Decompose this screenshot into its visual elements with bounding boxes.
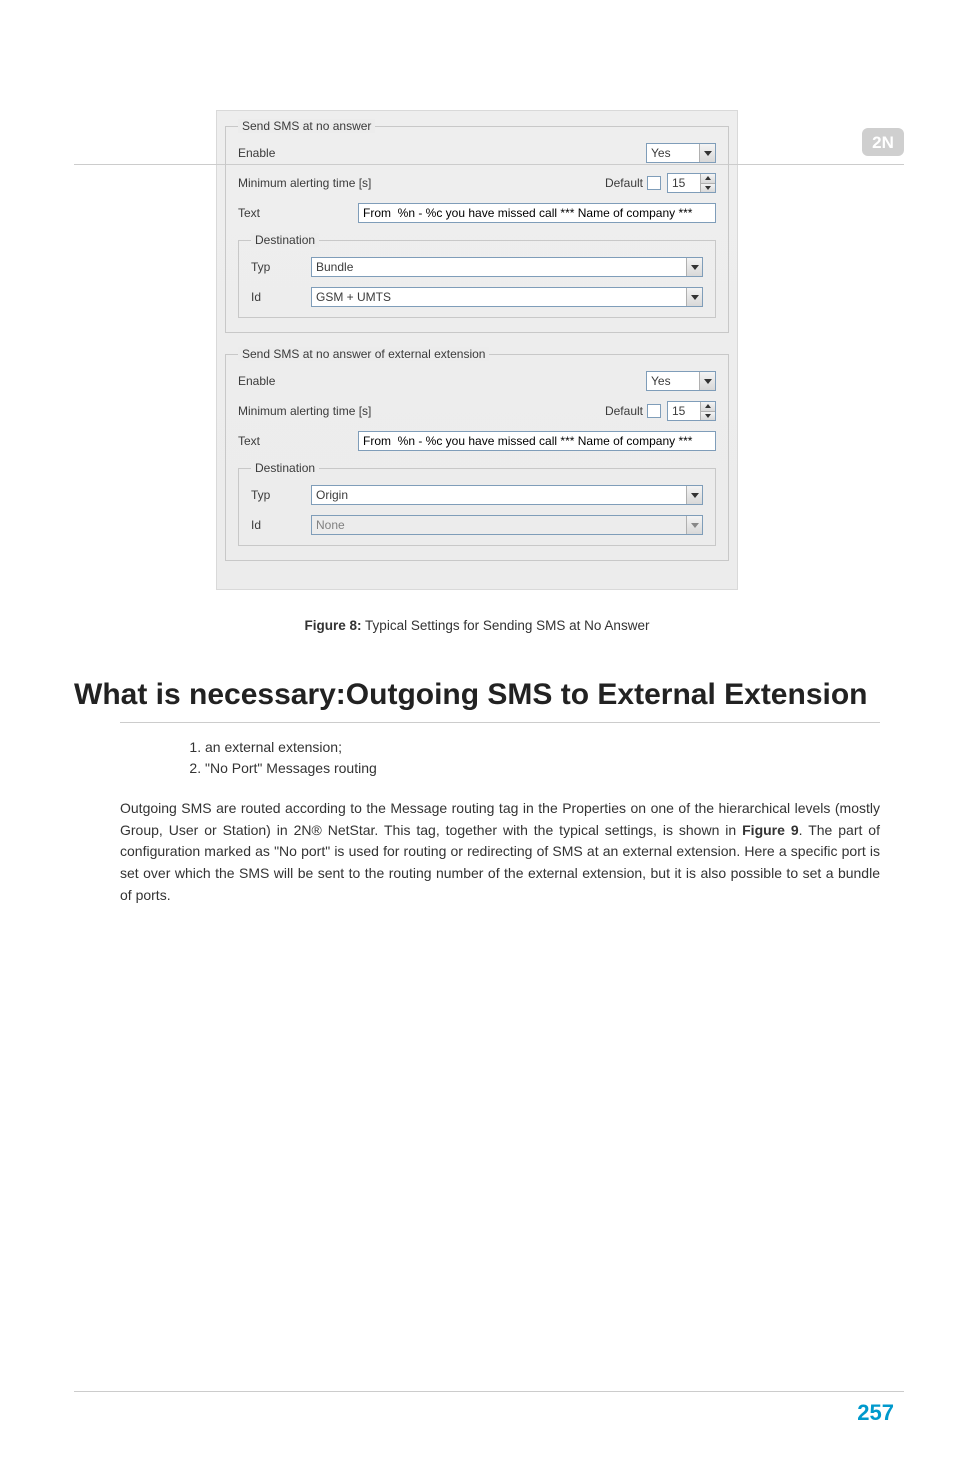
min-alert-label: Minimum alerting time [s] (238, 176, 408, 190)
min-alert-label-2: Minimum alerting time [s] (238, 404, 408, 418)
heading-rule (120, 722, 880, 723)
text-label: Text (238, 206, 358, 220)
enable-value-2: Yes (651, 374, 671, 388)
id-value: GSM + UMTS (316, 290, 391, 304)
typ-label: Typ (251, 260, 311, 274)
id-label: Id (251, 290, 311, 304)
min-alert-value-2: 15 (668, 402, 700, 420)
enable-label: Enable (238, 146, 358, 160)
default-checkbox[interactable] (647, 176, 661, 190)
chevron-down-icon (686, 486, 702, 504)
id-select[interactable]: GSM + UMTS (311, 287, 703, 307)
figure-caption: Figure 8: Typical Settings for Sending S… (0, 618, 954, 633)
chevron-down-icon (699, 144, 715, 162)
destination-group-2: Destination Typ Origin Id None (238, 461, 716, 546)
text-input[interactable] (358, 203, 716, 223)
typ-select[interactable]: Bundle (311, 257, 703, 277)
destination-legend-2: Destination (251, 461, 319, 475)
id-value-2: None (316, 518, 345, 532)
spinner-up-icon[interactable] (701, 174, 715, 184)
enable-label-2: Enable (238, 374, 358, 388)
body-paragraph: Outgoing SMS are routed according to the… (120, 798, 880, 906)
requirements-list: an external extension; "No Port" Message… (205, 737, 954, 780)
destination-group: Destination Typ Bundle Id GSM + UMTS (238, 233, 716, 318)
default-label: Default (605, 176, 643, 190)
default-checkbox-2[interactable] (647, 404, 661, 418)
settings-panel: Send SMS at no answer Enable Yes Minimum… (216, 110, 738, 590)
para-figure-ref: Figure 9 (742, 822, 799, 838)
enable-select[interactable]: Yes (646, 143, 716, 163)
text-label-2: Text (238, 434, 358, 448)
figure-label: Figure 8: (305, 618, 362, 633)
group2-legend: Send SMS at no answer of external extens… (238, 347, 489, 361)
text-input-2[interactable] (358, 431, 716, 451)
page-number: 257 (857, 1400, 894, 1426)
group-send-sms-no-answer-ext: Send SMS at no answer of external extens… (225, 347, 729, 561)
spinner-down-icon[interactable] (701, 184, 715, 193)
chevron-down-icon (686, 258, 702, 276)
figure-text: Typical Settings for Sending SMS at No A… (362, 618, 650, 633)
min-alert-spinner[interactable]: 15 (667, 173, 716, 193)
group-send-sms-no-answer: Send SMS at no answer Enable Yes Minimum… (225, 119, 729, 333)
id-select-2-disabled: None (311, 515, 703, 535)
svg-text:2N: 2N (872, 133, 894, 152)
brand-logo: 2N (862, 128, 904, 156)
group1-legend: Send SMS at no answer (238, 119, 375, 133)
spinner-down-icon[interactable] (701, 412, 715, 421)
spinner-up-icon[interactable] (701, 402, 715, 412)
section-heading: What is necessary:Outgoing SMS to Extern… (74, 675, 880, 716)
default-label-2: Default (605, 404, 643, 418)
list-item: "No Port" Messages routing (205, 758, 954, 780)
chevron-down-icon (686, 288, 702, 306)
id-label-2: Id (251, 518, 311, 532)
enable-value: Yes (651, 146, 671, 160)
chevron-down-icon (686, 516, 702, 534)
typ-label-2: Typ (251, 488, 311, 502)
footer-rule (74, 1391, 904, 1392)
enable-select-2[interactable]: Yes (646, 371, 716, 391)
list-item: an external extension; (205, 737, 954, 759)
typ-select-2[interactable]: Origin (311, 485, 703, 505)
typ-value-2: Origin (316, 488, 348, 502)
chevron-down-icon (699, 372, 715, 390)
min-alert-spinner-2[interactable]: 15 (667, 401, 716, 421)
min-alert-value: 15 (668, 174, 700, 192)
typ-value: Bundle (316, 260, 353, 274)
destination-legend: Destination (251, 233, 319, 247)
